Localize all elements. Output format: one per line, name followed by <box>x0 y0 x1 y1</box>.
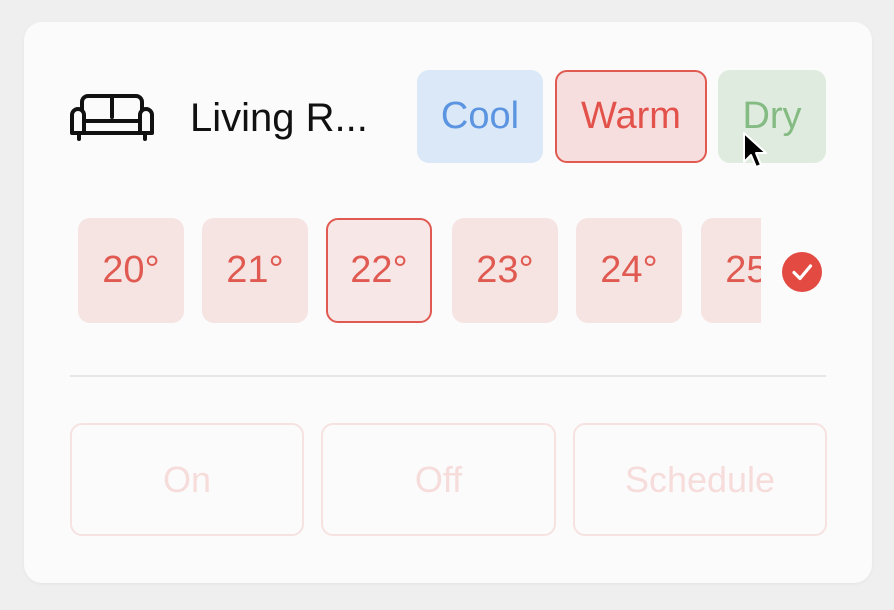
temp-chip-23[interactable]: 23° <box>452 218 558 323</box>
mouse-cursor-icon <box>743 132 767 168</box>
check-circle-icon <box>782 252 822 292</box>
temp-chip-20[interactable]: 20° <box>78 218 184 323</box>
mode-warm-button[interactable]: Warm <box>555 70 707 163</box>
temp-chip-24[interactable]: 24° <box>576 218 682 323</box>
divider <box>70 375 826 377</box>
room-name: Living R... <box>190 96 368 140</box>
temp-chip-21[interactable]: 21° <box>202 218 308 323</box>
on-button[interactable]: On <box>70 423 304 536</box>
temperature-strip[interactable]: 20° 21° 22° 23° 24° 25° <box>78 217 761 324</box>
temp-chip-25[interactable]: 25° <box>701 218 761 323</box>
mode-cool-button[interactable]: Cool <box>417 70 543 163</box>
off-button[interactable]: Off <box>321 423 556 536</box>
temp-chip-22[interactable]: 22° <box>326 218 432 323</box>
mode-dry-button[interactable]: Dry <box>718 70 826 163</box>
sofa-icon <box>70 94 154 141</box>
schedule-button[interactable]: Schedule <box>573 423 827 536</box>
